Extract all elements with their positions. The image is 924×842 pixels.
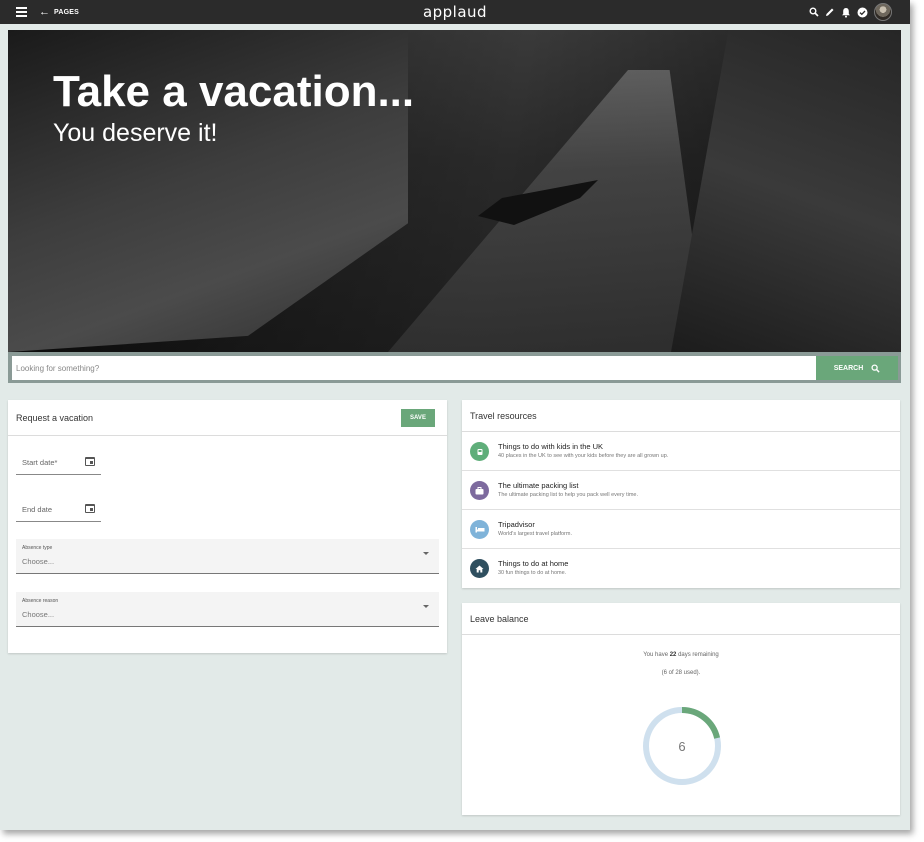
suitcase-icon (470, 481, 489, 500)
resource-title: Things to do at home (498, 559, 569, 568)
absence-type-label: Absence type (22, 545, 53, 551)
top-icons (809, 2, 892, 22)
search-bar: SEARCH (8, 352, 901, 383)
card-title: Leave balance (470, 613, 529, 624)
child-icon (470, 442, 489, 461)
absence-reason-label: Absence reason (22, 598, 59, 604)
caret-down-icon (423, 605, 429, 608)
donut-center-value: 6 (678, 738, 686, 754)
list-item[interactable]: Things to do with kids in the UK 40 plac… (462, 432, 900, 471)
search-button[interactable]: SEARCH (816, 356, 898, 380)
hero-image-wall-right (671, 30, 901, 352)
resource-description: The ultimate packing list to help you pa… (498, 492, 639, 498)
end-date-label: End date (22, 505, 53, 514)
leave-used-text: (6 of 28 used). (661, 670, 701, 676)
card-title: Travel resources (470, 410, 537, 421)
search-input[interactable] (12, 356, 816, 380)
hero-banner: Take a vacation... You deserve it! (8, 30, 901, 352)
resource-title: Tripadvisor (498, 520, 535, 529)
search-icon (871, 363, 880, 373)
travel-resources-header: Travel resources (462, 400, 900, 432)
start-date-field[interactable]: Start date* (16, 445, 101, 475)
search-button-label: SEARCH (833, 364, 864, 372)
resource-description: 30 fun things to do at home. (498, 570, 567, 576)
resource-title: The ultimate packing list (498, 481, 579, 490)
bed-icon (470, 520, 489, 539)
absence-type-value: Choose... (22, 557, 55, 566)
resource-description: World's largest travel platform. (498, 531, 573, 537)
pencil-icon[interactable] (825, 7, 835, 17)
top-bar: ← PAGES applaud (0, 0, 910, 24)
resource-title: Things to do with kids in the UK (498, 442, 604, 451)
list-item[interactable]: The ultimate packing list The ultimate p… (462, 471, 900, 510)
leave-balance-card: Leave balance You have 22 days remaining… (462, 603, 900, 815)
search-icon[interactable] (809, 7, 819, 17)
save-button[interactable]: SAVE (401, 409, 435, 427)
caret-down-icon (423, 552, 429, 555)
calendar-icon[interactable] (85, 457, 95, 466)
list-item[interactable]: Tripadvisor World's largest travel platf… (462, 510, 900, 549)
absence-reason-value: Choose... (22, 610, 55, 619)
check-circle-icon[interactable] (857, 7, 868, 18)
start-date-label: Start date* (22, 458, 58, 467)
brand-logo: applaud (422, 3, 488, 21)
app-frame: ← PAGES applaud Take a vacation... You d… (0, 0, 910, 830)
absence-type-select[interactable]: Absence type Choose... (16, 539, 439, 574)
avatar[interactable] (874, 3, 892, 21)
travel-resources-card: Travel resources Things to do with kids … (462, 400, 900, 588)
hero-subtitle: You deserve it! (53, 119, 218, 147)
home-icon (470, 559, 489, 578)
resource-description: 40 places in the UK to see with your kid… (498, 453, 669, 459)
hero-title: Take a vacation... (53, 67, 415, 116)
bell-icon[interactable] (841, 7, 851, 18)
leave-remaining-text: You have 22 days remaining (643, 652, 719, 658)
card-title: Request a vacation (16, 412, 94, 423)
request-vacation-card: Request a vacation SAVE Start date* End … (8, 400, 447, 653)
absence-reason-select[interactable]: Absence reason Choose... (16, 592, 439, 627)
calendar-icon[interactable] (85, 504, 95, 513)
leave-balance-header: Leave balance (462, 603, 900, 635)
list-item[interactable]: Things to do at home 30 fun things to do… (462, 549, 900, 588)
end-date-field[interactable]: End date (16, 492, 101, 522)
request-vacation-header: Request a vacation SAVE (8, 400, 447, 436)
